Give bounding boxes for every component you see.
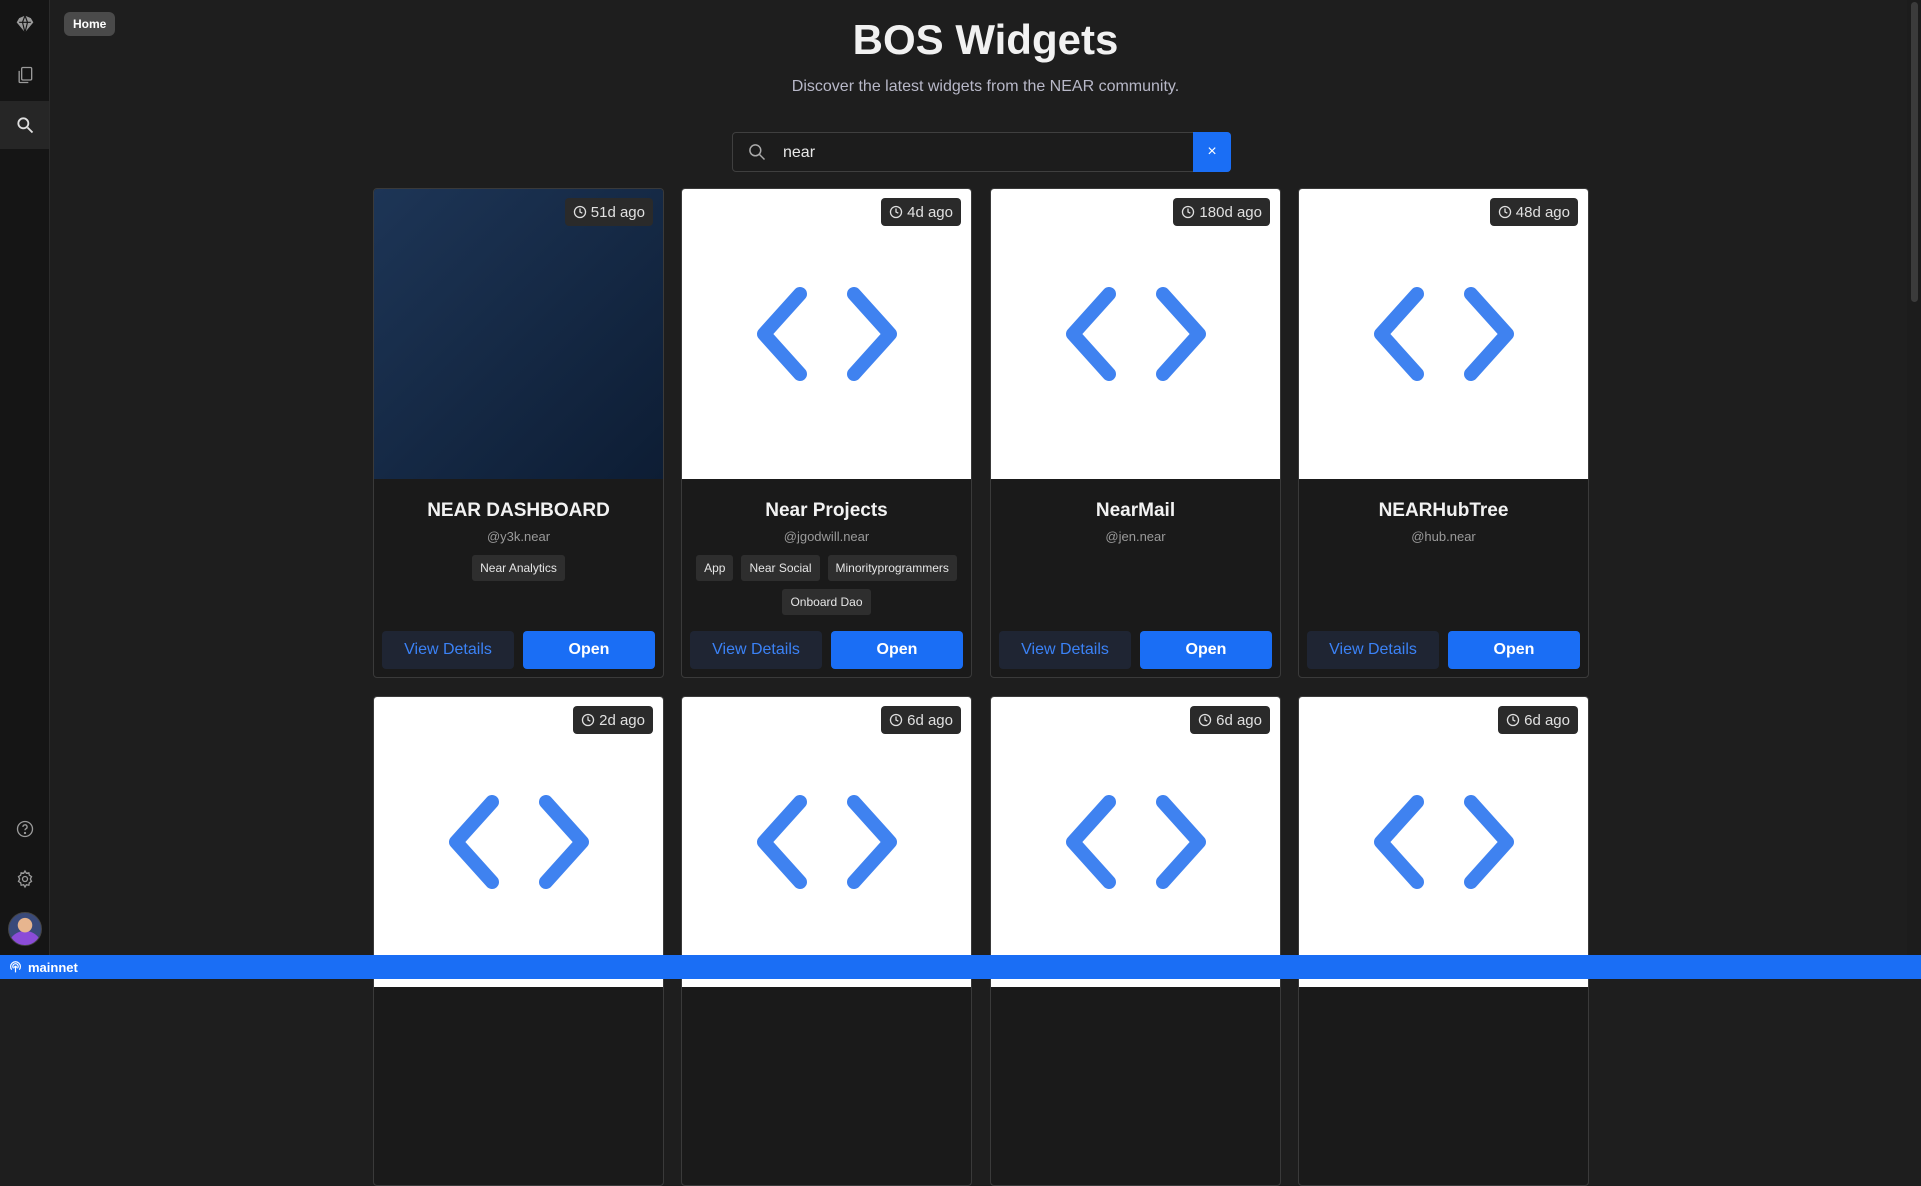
widget-thumbnail[interactable] <box>1299 189 1588 479</box>
code-icon <box>1065 795 1206 889</box>
clock-icon <box>889 205 903 219</box>
age-badge: 48d ago <box>1489 198 1578 226</box>
age-badge: 6d ago <box>881 706 961 734</box>
widget-tag[interactable]: Near Analytics <box>472 555 565 581</box>
avatar[interactable] <box>8 912 42 946</box>
age-label: 48d ago <box>1515 203 1570 221</box>
copy-icon[interactable] <box>0 51 49 99</box>
clear-search-button[interactable]: × <box>1193 132 1231 172</box>
widget-thumbnail[interactable] <box>682 697 971 987</box>
age-label: 6d ago <box>1524 711 1570 729</box>
widget-tags: App Near Social Minorityprogrammers Onboard… <box>690 555 963 615</box>
network-icon <box>10 960 21 972</box>
network-label: mainnet <box>28 959 78 975</box>
widget-name: NEARHubTree <box>1378 500 1509 521</box>
widget-author[interactable]: @jen.near <box>991 529 1280 544</box>
widget-thumbnail[interactable] <box>374 189 663 479</box>
clock-icon <box>581 713 595 727</box>
settings-icon[interactable] <box>0 855 49 903</box>
open-button[interactable]: Open <box>1448 631 1580 669</box>
age-badge: 6d ago <box>1498 706 1578 734</box>
widget-tag[interactable]: Minorityprogrammers <box>827 555 957 581</box>
clock-icon <box>1506 713 1520 727</box>
age-label: 4d ago <box>907 203 953 221</box>
widget-tag[interactable]: Onboard Dao <box>782 589 871 615</box>
widget-tag[interactable]: Near Social <box>741 555 820 581</box>
widget-author[interactable]: @y3k.near <box>374 529 663 544</box>
widget-card[interactable]: 4d ago Near Projects @jgodwill.near App Near… <box>681 188 972 678</box>
widget-thumbnail[interactable] <box>991 189 1280 479</box>
clock-icon <box>573 205 586 219</box>
clock-icon <box>1182 205 1195 219</box>
code-icon <box>756 795 897 889</box>
widget-author[interactable]: @jgodwill.near <box>682 529 971 544</box>
widget-author[interactable]: @hub.near <box>1299 529 1588 544</box>
widget-tags: Near Analytics <box>382 555 655 581</box>
open-button[interactable]: Open <box>831 631 963 669</box>
scrollbar-thumb[interactable] <box>1911 2 1918 302</box>
search-icon[interactable] <box>0 101 49 149</box>
widget-thumbnail[interactable] <box>1299 697 1588 987</box>
age-label: 180d ago <box>1199 203 1262 221</box>
search-input[interactable] <box>781 133 1165 173</box>
widget-name: NEAR DASHBOARD <box>427 500 610 521</box>
scrollbar[interactable] <box>1907 0 1921 955</box>
status-bar: mainnet <box>0 955 1921 979</box>
age-badge: 4d ago <box>881 198 961 226</box>
code-icon <box>1373 287 1514 381</box>
view-details-button[interactable]: View Details <box>1307 631 1439 669</box>
widget-card[interactable]: 51d ago NEAR DASHBOARD @y3k.near Near Analy… <box>373 188 664 678</box>
widget-card[interactable]: 180d ago NearMail @jen.near View Details Ope… <box>990 188 1281 678</box>
open-button[interactable]: Open <box>523 631 655 669</box>
widget-thumbnail[interactable] <box>682 189 971 479</box>
age-label: 6d ago <box>907 711 953 729</box>
age-badge: 51d ago <box>564 198 653 226</box>
age-badge: 2d ago <box>573 706 653 734</box>
age-badge: 6d ago <box>1190 706 1270 734</box>
clock-icon <box>889 713 903 727</box>
widget-card[interactable]: 6d ago <box>681 696 972 1186</box>
code-icon <box>756 287 897 381</box>
code-icon <box>448 795 589 889</box>
age-label: 2d ago <box>599 711 645 729</box>
widget-card[interactable]: 48d ago NEARHubTree @hub.near View Details O… <box>1298 188 1589 678</box>
age-label: 6d ago <box>1216 711 1262 729</box>
page-subtitle: Discover the latest widgets from the NEA… <box>791 78 1180 95</box>
code-icon <box>1065 287 1206 381</box>
view-details-button[interactable]: View Details <box>382 631 514 669</box>
widget-card[interactable]: 6d ago <box>1298 696 1589 1186</box>
code-icon <box>1373 795 1514 889</box>
widget-thumbnail[interactable] <box>374 697 663 987</box>
page-title: BOS Widgets <box>852 16 1119 63</box>
open-button[interactable]: Open <box>1140 631 1272 669</box>
clock-icon <box>1198 713 1212 727</box>
widget-tag[interactable]: App <box>696 555 734 581</box>
near-logo-icon[interactable] <box>0 0 49 48</box>
age-badge: 180d ago <box>1173 198 1270 226</box>
sidebar <box>0 0 50 955</box>
search-bar: × <box>732 132 1231 173</box>
widget-card[interactable]: 2d ago <box>373 696 664 1186</box>
widget-card[interactable]: 6d ago <box>990 696 1281 1186</box>
widget-thumbnail[interactable] <box>991 697 1280 987</box>
search-icon <box>749 144 766 161</box>
clock-icon <box>1498 205 1511 219</box>
view-details-button[interactable]: View Details <box>690 631 822 669</box>
widget-name: Near Projects <box>765 500 888 521</box>
widget-name: NearMail <box>1095 500 1176 521</box>
view-details-button[interactable]: View Details <box>999 631 1131 669</box>
help-icon[interactable] <box>0 805 49 853</box>
age-label: 51d ago <box>590 203 645 221</box>
